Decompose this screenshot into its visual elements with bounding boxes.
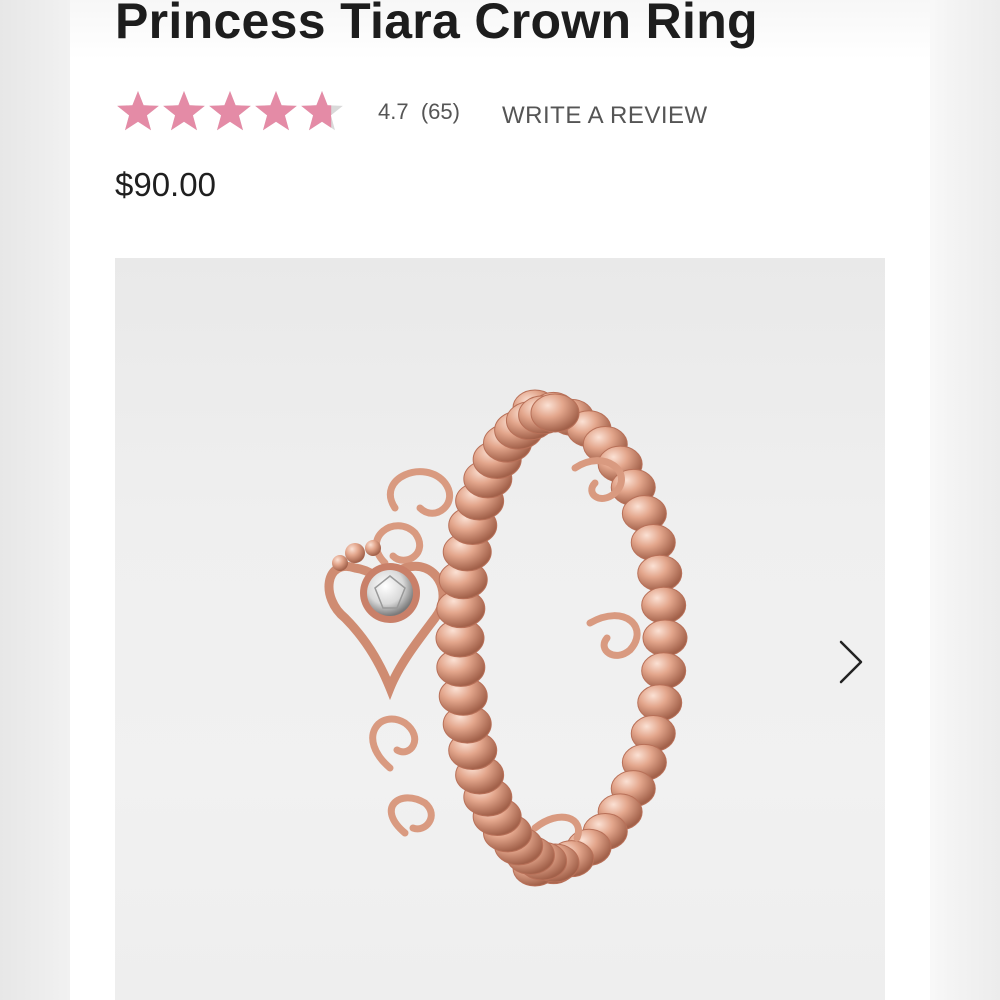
- star-icon: [117, 91, 159, 131]
- star-icon: [255, 91, 297, 131]
- rating-value: 4.7: [378, 99, 409, 124]
- star-rating[interactable]: [115, 88, 345, 134]
- product-image: [324, 389, 688, 887]
- write-review-link[interactable]: WRITE A REVIEW: [502, 102, 708, 130]
- product-title: Princess Tiara Crown Ring: [115, 0, 758, 49]
- star-icon: [163, 91, 205, 131]
- product-price: $90.00: [115, 166, 216, 203]
- product-image-gallery[interactable]: [115, 258, 885, 1000]
- chevron-right-icon[interactable]: [833, 638, 869, 686]
- review-count: (65): [420, 99, 460, 124]
- rating-summary: 4.7 (65): [378, 99, 460, 125]
- star-icon: [301, 91, 343, 131]
- star-icon: [209, 91, 251, 131]
- rating-row: 4.7 (65) WRITE A REVIEW: [115, 88, 735, 136]
